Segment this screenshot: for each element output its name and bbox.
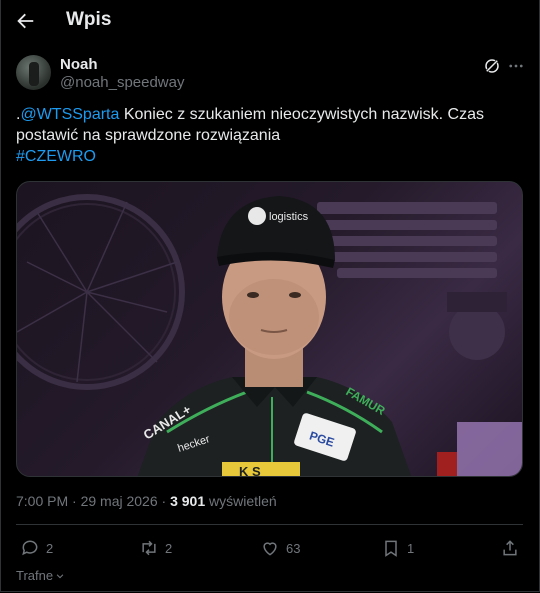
hashtag-link[interactable]: #CZEWRO <box>16 148 96 165</box>
like-count: 63 <box>286 540 301 556</box>
bookmark-count: 1 <box>407 540 415 556</box>
mention-link[interactable]: @WTSSparta <box>20 106 119 123</box>
author-handle[interactable]: @noah_speedway <box>60 74 184 91</box>
timestamp[interactable]: 7:00 PM · 29 maj 2026 <box>16 493 158 509</box>
avatar[interactable] <box>16 55 51 90</box>
reply-icon <box>22 540 38 556</box>
views-count: 3 901 <box>170 493 206 509</box>
share-button[interactable] <box>500 537 526 559</box>
sort-label: Trafne <box>16 568 54 583</box>
repost-count: 2 <box>165 540 173 556</box>
repost-button[interactable]: 2 <box>139 537 172 559</box>
heart-icon <box>263 542 277 556</box>
views-label: wyświetleń <box>205 493 277 509</box>
grok-icon[interactable] <box>483 57 501 75</box>
tweet-media-image[interactable]: logistics CANAL+ FAMUR PGE hecker K S <box>16 181 523 477</box>
tweet-meta: 7:00 PM · 29 maj 2026 · 3 901 wyświetleń <box>16 493 277 509</box>
cap-logo-text: logistics <box>269 211 309 223</box>
like-button[interactable]: 63 <box>260 537 300 559</box>
reply-button[interactable]: 2 <box>20 537 53 559</box>
bookmark-button[interactable]: 1 <box>381 537 414 559</box>
more-options-icon[interactable] <box>507 57 525 75</box>
bookmark-icon <box>385 540 397 557</box>
header: Wpis <box>0 0 540 42</box>
sponsor-ks: K S <box>239 464 261 477</box>
repost-icon <box>142 540 156 556</box>
page-title: Wpis <box>66 9 112 30</box>
back-arrow-icon[interactable] <box>14 10 36 32</box>
reply-count: 2 <box>46 540 54 556</box>
sort-dropdown[interactable]: Trafne <box>16 568 65 583</box>
divider-top <box>16 524 523 525</box>
media-photo: logistics CANAL+ FAMUR PGE hecker K S <box>17 194 522 477</box>
tweet-text: .@WTSSparta Koniec z szukaniem nieoczywi… <box>16 104 506 167</box>
chevron-down-icon <box>56 573 64 578</box>
share-icon <box>503 540 517 556</box>
author-name[interactable]: Noah <box>60 56 98 73</box>
